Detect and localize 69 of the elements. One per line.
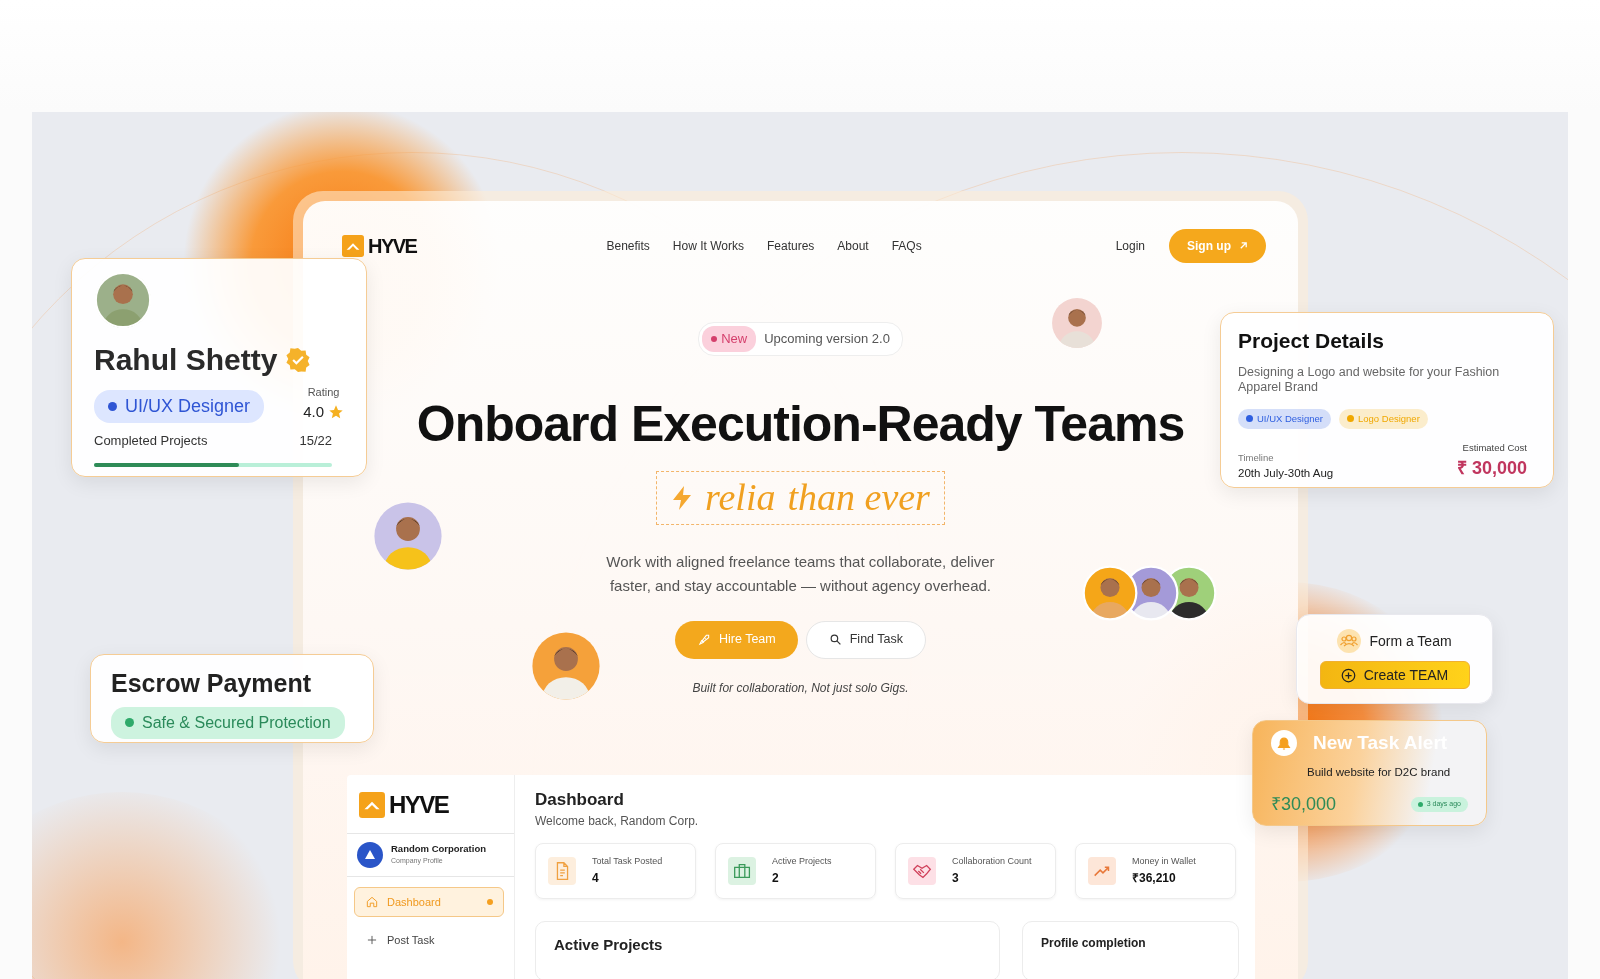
task-amount: ₹30,000	[1271, 792, 1337, 816]
card-title: Escrow Payment	[111, 668, 313, 699]
panel-title: Active Projects	[554, 935, 664, 955]
arrow-icon	[1239, 241, 1248, 250]
brand-name: HYVE	[368, 233, 417, 259]
rating-value: 4.0	[303, 401, 324, 422]
star-icon	[328, 403, 344, 420]
search-icon	[828, 633, 842, 646]
nav-link[interactable]: How It Works	[672, 236, 744, 255]
dot-icon	[1417, 801, 1423, 807]
timeline-label: Timeline	[1238, 450, 1275, 465]
welcome-text: Welcome back, Random Corp.	[535, 813, 700, 830]
stat-label: Money in Wallet	[1132, 855, 1196, 869]
projects-count: 15/22	[299, 432, 332, 450]
cost-label: Estimated Cost	[1461, 440, 1527, 455]
headline: Onboard Execution-Ready Teams	[416, 396, 1185, 452]
briefcase-icon	[728, 857, 756, 885]
dot-icon	[711, 335, 718, 342]
find-button[interactable]: Find Task	[805, 620, 926, 659]
typed-word: relia	[705, 475, 776, 520]
stat-value: 2	[772, 869, 780, 887]
stat-label: Collaboration Count	[952, 855, 1032, 869]
rating-label: Rating	[306, 385, 341, 400]
handshake-icon	[908, 857, 936, 885]
stat-value: ₹36,210	[1132, 869, 1177, 887]
stat-label: Active Projects	[772, 855, 832, 869]
trend-icon	[1088, 857, 1116, 885]
stat-label: Total Task Posted	[592, 855, 663, 869]
logo-icon	[359, 791, 385, 818]
cost-value: ₹ 30,000	[1456, 457, 1527, 480]
timeline-value: 20th July-30th Aug	[1238, 465, 1334, 481]
plus-circle-icon	[1340, 667, 1356, 683]
skill-tag: Logo Designer	[1339, 408, 1428, 429]
task-description: Build website for D2C brand	[1307, 764, 1452, 780]
nav-link[interactable]: Features	[766, 236, 815, 255]
projects-label: Completed Projects	[94, 432, 208, 450]
card-title: Project Details	[1238, 328, 1385, 354]
team-icon	[1337, 629, 1362, 653]
lightning-icon	[671, 484, 694, 511]
brand-name: HYVE	[389, 789, 449, 820]
dot-icon	[108, 402, 117, 411]
document-icon	[548, 857, 576, 885]
role-badge: UI/UX Designer	[94, 390, 265, 423]
skill-tag: UI/UX Designer	[1238, 408, 1331, 429]
login-link[interactable]: Login	[1115, 236, 1145, 255]
nav-link[interactable]: Benefits	[606, 236, 650, 255]
tagline: Built for collaboration, Not just solo Gigs.	[692, 679, 909, 697]
nav-link[interactable]: About	[837, 236, 869, 255]
panel-title: Profile completion	[1041, 935, 1147, 952]
company-name: Random Corporation	[391, 842, 486, 857]
hero-description: Work with aligned freelance teams that collaborate, deliver faster, and stay accountable — without agency overhead.	[605, 551, 996, 596]
stat-value: 4	[592, 869, 600, 887]
card-title: Form a Team	[1369, 631, 1452, 651]
announcement-text: Upcoming version 2.0	[764, 330, 890, 348]
create-team-button[interactable]: Create TEAM	[1319, 661, 1470, 689]
profile-name: Rahul Shetty	[94, 342, 278, 378]
protection-badge: Safe & Secured Protection	[111, 706, 345, 739]
page-title: Dashboard	[535, 788, 625, 811]
new-badge: New	[702, 326, 757, 352]
project-description: Designing a Logo and website for your Fashion Apparel Brand	[1238, 364, 1501, 395]
headline-accent: than ever	[787, 475, 930, 520]
nav-link[interactable]: FAQs	[891, 236, 922, 255]
bell-icon	[1271, 730, 1297, 757]
dot-icon	[487, 898, 493, 905]
home-icon	[365, 894, 379, 909]
stat-value: 3	[952, 869, 960, 887]
dot-icon	[125, 718, 134, 727]
company-logo-icon	[357, 841, 383, 868]
sidebar-item[interactable]: Post Task	[354, 925, 504, 956]
